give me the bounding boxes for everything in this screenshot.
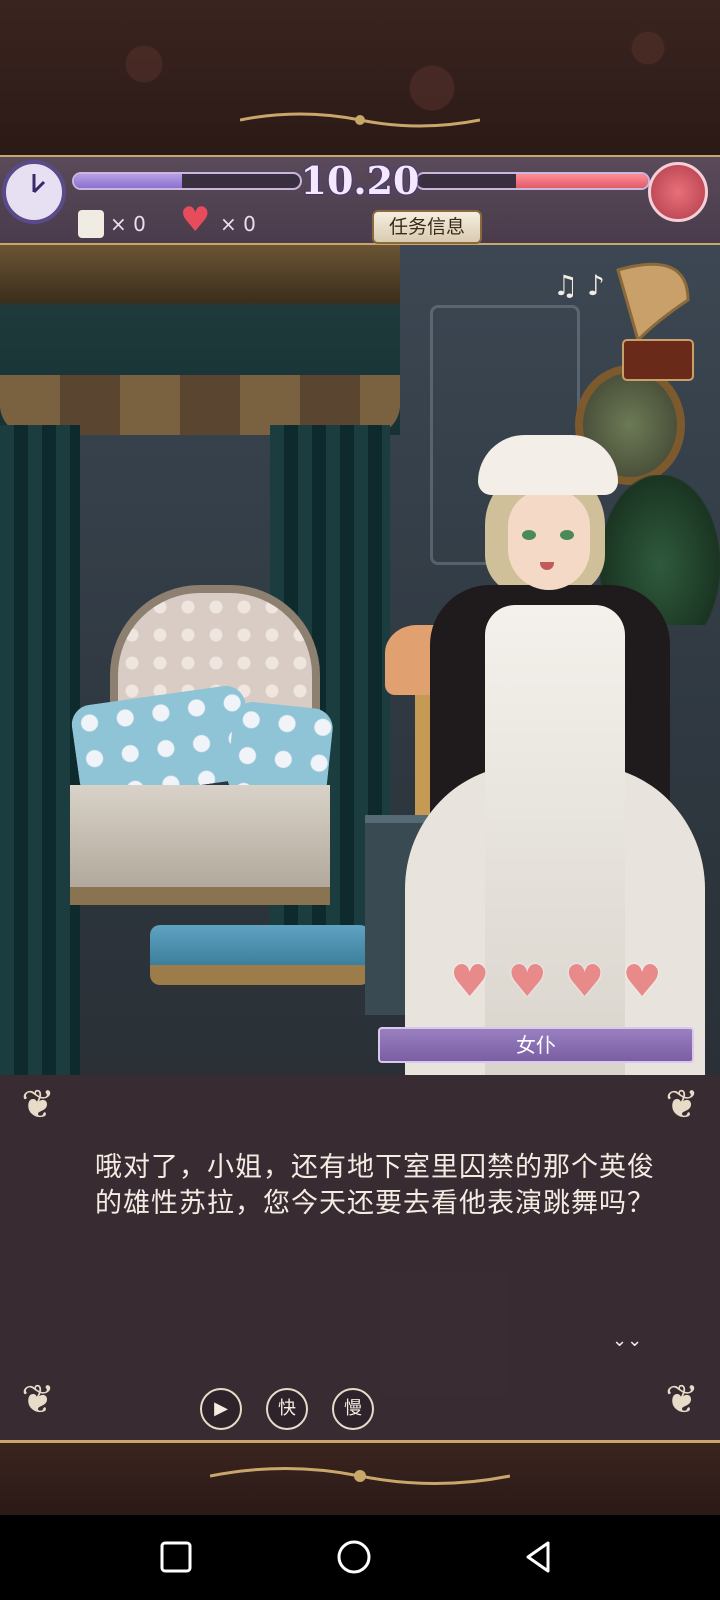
scroll-icon — [78, 210, 104, 238]
corner-ornament-icon: ❦ — [665, 1082, 699, 1128]
bed — [70, 785, 330, 905]
affection-heart-icon: ♥ — [507, 956, 547, 1007]
scroll-count: × 0 — [110, 212, 146, 236]
affection-heart-icon: ♥ — [564, 956, 605, 1007]
maid-face — [508, 490, 590, 590]
play-icon: ▶ — [214, 1398, 228, 1419]
curtain-left — [0, 425, 80, 1075]
rose-icon[interactable] — [648, 162, 708, 222]
bed-canopy — [0, 245, 400, 435]
corner-ornament-icon: ❦ — [665, 1377, 699, 1423]
timer-bar-right — [415, 172, 650, 190]
fast-button[interactable]: 快 — [266, 1388, 308, 1430]
system-nav-bar — [0, 1515, 720, 1600]
dialog-text: 哦对了，小姐，还有地下室里囚禁的那个英俊的雄性苏拉，您今天还要去看他表演跳舞吗？ — [95, 1152, 655, 1219]
task-info-button[interactable]: 任务信息 — [372, 210, 482, 244]
maid-cap — [478, 435, 618, 495]
stool — [150, 925, 370, 985]
back-icon[interactable] — [516, 1535, 560, 1579]
continue-chevron-icon[interactable]: ⌄⌄ — [612, 1330, 642, 1351]
slow-button[interactable]: 慢 — [332, 1388, 374, 1430]
top-ornament — [240, 112, 480, 128]
affection-heart-icon: ♥ — [450, 956, 490, 1007]
heart-count: × 0 — [220, 212, 256, 236]
corner-ornament-icon: ❦ — [21, 1377, 55, 1423]
corner-ornament-icon: ❦ — [21, 1082, 55, 1128]
speaker-nameplate: 女仆 — [378, 1027, 694, 1063]
auto-play-button[interactable]: ▶ — [200, 1388, 242, 1430]
bottom-ornament — [210, 1467, 510, 1485]
gramophone-icon[interactable]: ♫ ♪ — [548, 250, 698, 390]
recent-apps-icon[interactable] — [154, 1535, 198, 1579]
affection-hearts: ♥ ♥ ♥ ♥ — [450, 960, 662, 1004]
clock-icon — [2, 160, 66, 224]
top-frame — [0, 0, 720, 160]
svg-text:♫ ♪: ♫ ♪ — [553, 269, 605, 302]
timer-fill-left — [74, 174, 183, 188]
timer-fill-right — [516, 174, 648, 188]
heart-icon: ♥ — [180, 200, 211, 240]
home-icon[interactable] — [332, 1535, 376, 1579]
time-display: 10.20 — [300, 158, 420, 203]
affection-heart-icon: ♥ — [622, 956, 662, 1007]
timer-bar-left — [72, 172, 302, 190]
bottom-frame — [0, 1440, 720, 1515]
dialog-box[interactable]: ❦ ❦ ❦ ❦ 哦对了，小姐，还有地下室里囚禁的那个英俊的雄性苏拉，您今天还要去… — [0, 1075, 720, 1440]
